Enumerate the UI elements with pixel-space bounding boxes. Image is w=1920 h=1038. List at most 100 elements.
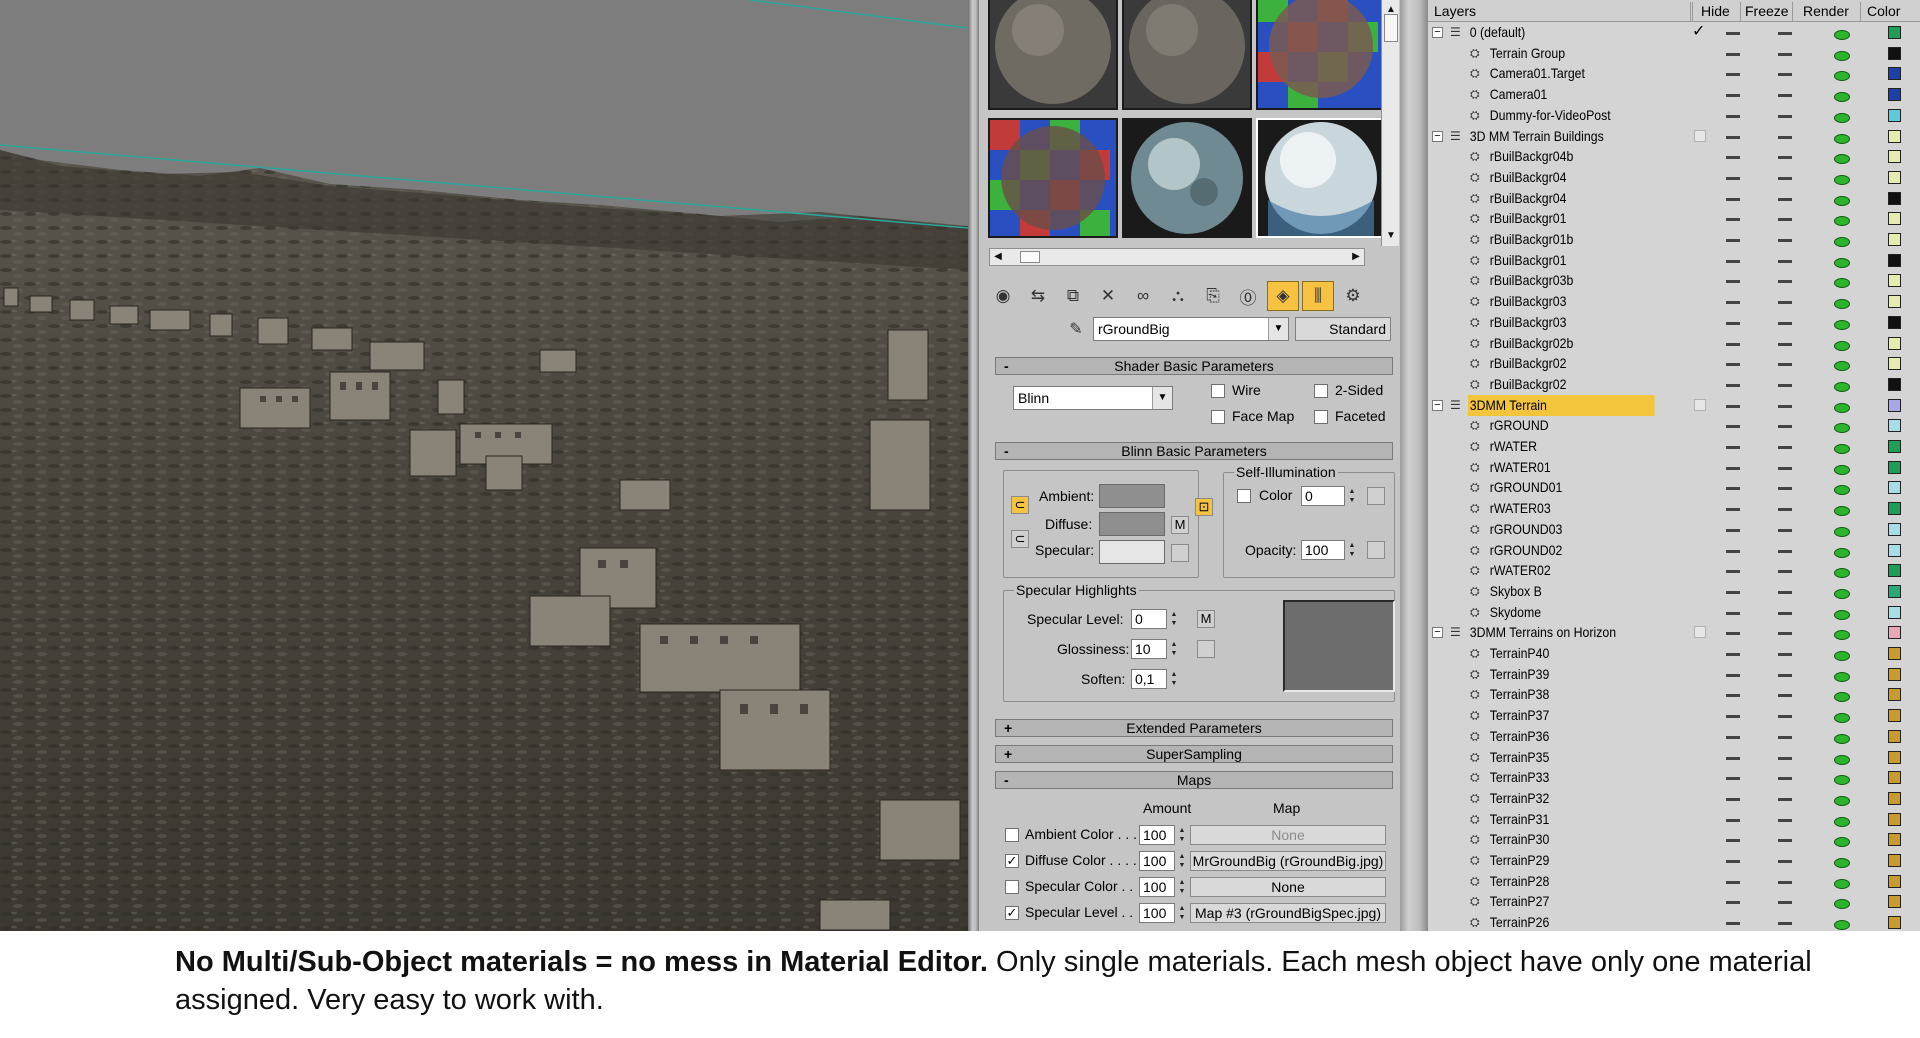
spinner-arrows-icon[interactable]: ▲ ▼: [1168, 640, 1180, 658]
spinner-arrows-icon[interactable]: ▲ ▼: [1176, 826, 1188, 844]
render-teapot-icon[interactable]: [1832, 232, 1850, 247]
layer-color-swatch[interactable]: [1888, 46, 1901, 60]
render-teapot-icon[interactable]: [1832, 460, 1850, 475]
layer-object-row[interactable]: ⛭ TerrainP28: [1428, 871, 1920, 892]
chevron-down-icon[interactable]: ▼: [1152, 387, 1172, 409]
self-illum-map-button[interactable]: [1367, 487, 1385, 505]
freeze-toggle[interactable]: [1778, 342, 1792, 346]
layer-object-row[interactable]: ⛭ rWATER01: [1428, 457, 1920, 478]
layer-object-row[interactable]: ⛭ rBuilBackgr01: [1428, 250, 1920, 271]
render-teapot-icon[interactable]: [1832, 439, 1850, 454]
layer-object-row[interactable]: ⛭ TerrainP37: [1428, 705, 1920, 726]
layer-name[interactable]: rBuilBackgr01: [1488, 250, 1567, 271]
spinner-arrows-icon[interactable]: ▲ ▼: [1346, 487, 1358, 505]
map-slot-button[interactable]: None: [1190, 825, 1386, 845]
assign-to-selection-icon[interactable]: ⧉: [1057, 281, 1089, 311]
layer-name[interactable]: 0 (default): [1468, 22, 1525, 43]
soften-spinner[interactable]: 0,1 ▲ ▼: [1131, 669, 1177, 689]
map-enable-checkbox[interactable]: ✓: [1005, 906, 1019, 920]
hide-toggle[interactable]: [1726, 839, 1740, 843]
hide-toggle[interactable]: [1726, 239, 1740, 242]
hide-toggle[interactable]: [1726, 549, 1740, 553]
hide-toggle[interactable]: [1726, 301, 1740, 305]
layer-object-row[interactable]: ⛭ TerrainP30: [1428, 829, 1920, 850]
layer-row[interactable]: − ☰ 3D MM Terrain Buildings: [1428, 126, 1920, 147]
hide-toggle[interactable]: [1726, 508, 1740, 512]
render-teapot-icon[interactable]: [1832, 687, 1850, 703]
freeze-toggle[interactable]: [1778, 611, 1792, 615]
freeze-toggle[interactable]: [1778, 425, 1792, 429]
layer-object-row[interactable]: ⛭ Dummy-for-VideoPost: [1428, 105, 1920, 126]
map-enable-checkbox[interactable]: [1005, 828, 1019, 842]
layer-object-row[interactable]: ⛭ rWATER02: [1428, 560, 1920, 581]
layer-object-row[interactable]: ⛭ rBuilBackgr02: [1428, 353, 1920, 374]
render-teapot-icon[interactable]: [1832, 480, 1850, 496]
freeze-toggle[interactable]: [1778, 528, 1792, 532]
render-teapot-icon[interactable]: [1832, 108, 1850, 123]
layer-row[interactable]: − ☰ 0 (default) ✓: [1428, 22, 1920, 43]
freeze-toggle[interactable]: [1778, 32, 1792, 35]
layer-object-row[interactable]: ⛭ rGROUND01: [1428, 477, 1920, 498]
spinner-arrows-icon[interactable]: ▲ ▼: [1176, 878, 1188, 896]
layer-color-swatch[interactable]: [1888, 543, 1901, 557]
map-amount-spinner[interactable]: 100 ▲ ▼: [1139, 851, 1185, 871]
layer-name[interactable]: TerrainP30: [1488, 829, 1550, 850]
panel-splitter[interactable]: [1400, 0, 1428, 931]
sample-slot-5[interactable]: [1122, 118, 1252, 238]
layer-color-swatch[interactable]: [1888, 771, 1901, 785]
layer-color-swatch[interactable]: [1888, 26, 1901, 39]
render-teapot-icon[interactable]: [1832, 708, 1850, 724]
hide-toggle[interactable]: [1726, 425, 1740, 429]
layer-object-row[interactable]: ⛭ rWATER: [1428, 436, 1920, 457]
layer-name[interactable]: rBuilBackgr03: [1488, 291, 1567, 312]
render-teapot-icon[interactable]: [1832, 543, 1850, 558]
freeze-toggle[interactable]: [1778, 239, 1792, 242]
layer-color-swatch[interactable]: [1888, 833, 1901, 847]
freeze-toggle[interactable]: [1778, 487, 1792, 491]
freeze-toggle[interactable]: [1778, 901, 1792, 905]
render-teapot-icon[interactable]: [1832, 791, 1850, 806]
layer-color-swatch[interactable]: [1888, 295, 1901, 309]
hide-toggle[interactable]: [1726, 321, 1740, 325]
freeze-toggle[interactable]: [1778, 860, 1792, 863]
freeze-toggle[interactable]: [1778, 549, 1792, 553]
freeze-toggle[interactable]: [1778, 756, 1792, 760]
freeze-toggle[interactable]: [1778, 653, 1792, 656]
hide-toggle[interactable]: [1726, 259, 1740, 263]
layer-name[interactable]: rBuilBackgr02: [1488, 353, 1567, 374]
hide-toggle[interactable]: [1726, 176, 1740, 180]
layer-object-row[interactable]: ⛭ rBuilBackgr04: [1428, 188, 1920, 209]
layer-color-swatch[interactable]: [1888, 419, 1901, 433]
hide-toggle[interactable]: [1726, 363, 1740, 367]
collapse-toggle-icon[interactable]: −: [1432, 627, 1443, 639]
render-teapot-icon[interactable]: [1832, 398, 1850, 413]
chevron-down-icon[interactable]: ▼: [1268, 318, 1288, 340]
freeze-toggle[interactable]: [1778, 590, 1792, 594]
map-slot-button[interactable]: MrGroundBig (rGroundBig.jpg): [1190, 851, 1386, 871]
layer-object-row[interactable]: ⛭ TerrainP32: [1428, 788, 1920, 809]
freeze-toggle[interactable]: [1778, 818, 1792, 822]
layer-color-swatch[interactable]: [1888, 274, 1901, 288]
sample-slot-1[interactable]: [988, 0, 1118, 110]
layer-object-row[interactable]: ⛭ rBuilBackgr03: [1428, 291, 1920, 312]
freeze-toggle[interactable]: [1778, 156, 1792, 160]
hide-toggle[interactable]: [1726, 528, 1740, 532]
freeze-toggle[interactable]: [1778, 715, 1792, 719]
layer-name[interactable]: Terrain Group: [1488, 43, 1565, 64]
render-teapot-icon[interactable]: [1832, 149, 1850, 165]
render-teapot-icon[interactable]: [1832, 584, 1850, 599]
sample-slots-vertical-scrollbar[interactable]: ▲ ▼: [1381, 0, 1399, 246]
render-teapot-icon[interactable]: [1832, 874, 1850, 889]
render-column-header[interactable]: Render: [1792, 2, 1860, 22]
render-teapot-icon[interactable]: [1832, 336, 1850, 351]
layer-row[interactable]: − ☰ 3DMM Terrain: [1428, 394, 1920, 416]
hide-toggle[interactable]: [1726, 446, 1740, 449]
map-amount-spinner[interactable]: 100 ▲ ▼: [1139, 825, 1185, 845]
render-teapot-icon[interactable]: [1832, 253, 1850, 268]
layer-object-row[interactable]: ⛭ rBuilBackgr01: [1428, 208, 1920, 229]
layer-object-row[interactable]: ⛭ TerrainP36: [1428, 726, 1920, 747]
diffuse-color-swatch[interactable]: [1099, 512, 1165, 536]
layer-color-swatch[interactable]: [1888, 129, 1901, 143]
freeze-toggle[interactable]: [1778, 570, 1792, 574]
sample-slots-horizontal-scrollbar[interactable]: ◀ ▶: [989, 248, 1365, 266]
